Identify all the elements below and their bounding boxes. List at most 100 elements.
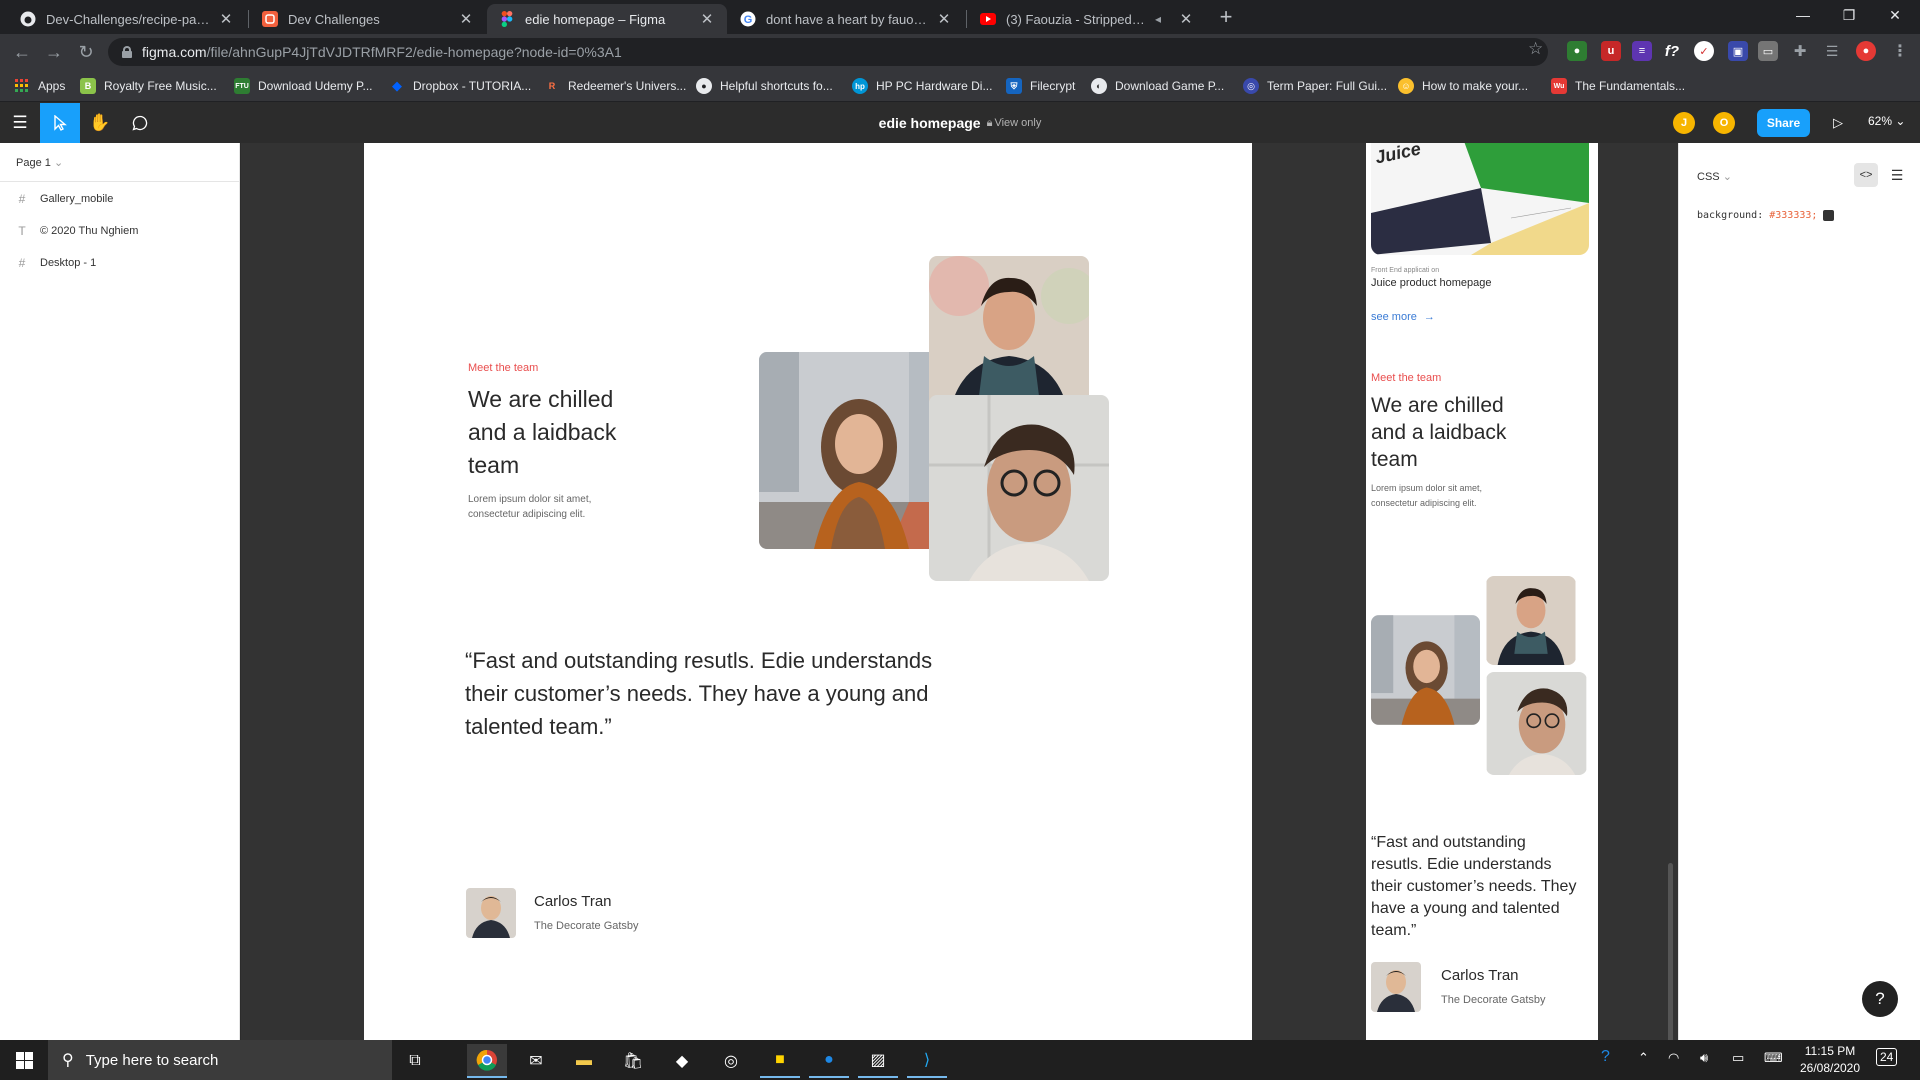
layer-item-desktop-1[interactable]: # Desktop - 1 bbox=[16, 253, 97, 273]
bookmark-royalty-free-music[interactable]: B Royalty Free Music... bbox=[80, 77, 217, 95]
menu-kebab-icon[interactable]: ⋮ bbox=[1890, 41, 1910, 61]
list-view-icon[interactable]: ☰ bbox=[1885, 163, 1909, 187]
photos-icon[interactable]: ▨ bbox=[858, 1044, 898, 1078]
tab-figma[interactable]: edie homepage – Figma ✕ bbox=[487, 4, 727, 34]
bookmark-helpful-shortcuts[interactable]: ● Helpful shortcuts fo... bbox=[696, 77, 833, 95]
team-body: Lorem ipsum dolor sit amet, consectetur … bbox=[468, 492, 591, 522]
keyboard-icon[interactable]: ⌨ bbox=[1764, 1050, 1783, 1066]
search-icon: ⚲ bbox=[62, 1052, 74, 1069]
bookmark-label: HP PC Hardware Di... bbox=[876, 79, 993, 93]
vscode-icon[interactable]: ⟩ bbox=[907, 1044, 947, 1078]
task-view-icon[interactable]: ⧉ bbox=[395, 1044, 435, 1078]
see-more-link[interactable]: see more → bbox=[1371, 311, 1435, 323]
sticky-notes-icon[interactable]: ■ bbox=[760, 1044, 800, 1078]
layer-item-copyright[interactable]: T © 2020 Thu Nghiem bbox=[16, 221, 138, 241]
chevron-down-icon: ⌄ bbox=[53, 157, 64, 169]
playlist-icon[interactable]: ☰ bbox=[1822, 41, 1842, 61]
windows-taskbar: ⚲ Type here to search ⧉ ✉ ▬ 🛍︎ ◆ ◎ ■ ● ▨… bbox=[0, 1040, 1920, 1080]
bookmark-hp[interactable]: hp HP PC Hardware Di... bbox=[852, 77, 992, 95]
minimize-button[interactable]: — bbox=[1780, 0, 1826, 30]
windows-start-icon[interactable] bbox=[0, 1040, 48, 1080]
taskbar-search-box[interactable]: ⚲ Type here to search bbox=[48, 1040, 392, 1080]
bookmark-dropbox[interactable]: ◆ Dropbox - TUTORIA... bbox=[389, 77, 531, 95]
avatar[interactable]: O bbox=[1713, 112, 1735, 134]
extension-ublock-icon[interactable]: u bbox=[1601, 41, 1621, 61]
desktop-frame[interactable]: Meet the team We are chilled and a laidb… bbox=[364, 143, 1252, 1040]
code-language-dropdown[interactable]: CSS ⌄ bbox=[1697, 170, 1732, 183]
bookmark-udemy[interactable]: FTU Download Udemy P... bbox=[234, 77, 373, 95]
new-tab-button[interactable]: + bbox=[1212, 4, 1240, 32]
quote-line: “Fast and outstanding resutls. Edie unde… bbox=[465, 648, 933, 673]
clock[interactable]: 11:15 PM 26/08/2020 bbox=[1795, 1043, 1865, 1077]
help-button[interactable]: ? bbox=[1862, 981, 1898, 1017]
testimonial-name: Carlos Tran bbox=[1441, 967, 1519, 984]
store-icon[interactable]: 🛍︎ bbox=[613, 1044, 653, 1078]
dropbox-taskbar-icon[interactable]: ◆ bbox=[662, 1044, 702, 1078]
extension-window-icon[interactable]: ▭ bbox=[1758, 41, 1778, 61]
tab-github[interactable]: Dev-Challenges/recipe-page-ma ✕ bbox=[8, 4, 246, 34]
bookmark-label: The Fundamentals... bbox=[1575, 79, 1686, 93]
bookmark-redeemers[interactable]: R Redeemer's Univers... bbox=[544, 77, 687, 95]
bookmark-term-paper[interactable]: ◎ Term Paper: Full Gui... bbox=[1243, 77, 1387, 95]
tab-devchallenges[interactable]: Dev Challenges ✕ bbox=[250, 4, 486, 34]
github-icon bbox=[20, 11, 36, 27]
speaker-icon[interactable]: ◂ bbox=[1150, 11, 1166, 27]
profile-avatar[interactable]: ● bbox=[1856, 41, 1876, 61]
extensions-puzzle-icon[interactable]: ✚ bbox=[1790, 41, 1810, 61]
notifications-icon[interactable]: 24 bbox=[1876, 1048, 1898, 1066]
bookmark-download-game[interactable]: ◐ Download Game P... bbox=[1091, 77, 1224, 95]
bookmark-label: Redeemer's Univers... bbox=[568, 79, 687, 93]
address-bar[interactable]: figma.com /file/ahnGupP4JjTdVJDTRfMRF2/e… bbox=[108, 38, 1548, 66]
file-explorer-icon[interactable]: ▬ bbox=[564, 1044, 604, 1078]
layer-name: © 2020 Thu Nghiem bbox=[40, 225, 139, 237]
close-icon[interactable]: ✕ bbox=[936, 10, 952, 28]
close-icon[interactable]: ✕ bbox=[699, 10, 715, 28]
firefox-icon[interactable]: ● bbox=[809, 1044, 849, 1078]
forward-icon[interactable]: → bbox=[42, 40, 66, 64]
tab-youtube[interactable]: (3) Faouzia - Stripped: Live In ◂ ✕ bbox=[968, 4, 1206, 34]
close-icon[interactable]: ✕ bbox=[218, 10, 234, 28]
page-selector[interactable]: Page 1 ⌄ bbox=[16, 156, 63, 169]
figma-canvas[interactable]: Meet the team We are chilled and a laidb… bbox=[241, 143, 1678, 1040]
css-code-line: background: #333333; bbox=[1697, 210, 1835, 221]
wifi-icon[interactable]: ◠ bbox=[1668, 1050, 1679, 1066]
redeemers-icon: R bbox=[548, 81, 556, 91]
close-icon[interactable]: ✕ bbox=[1178, 10, 1194, 28]
close-icon[interactable]: ✕ bbox=[458, 10, 474, 28]
quote-line: have a young and talented bbox=[1371, 900, 1560, 917]
tab-google[interactable]: G dont have a heart by fauozia mp ✕ bbox=[728, 4, 964, 34]
chevron-up-icon[interactable]: ⌃ bbox=[1638, 1050, 1649, 1066]
layer-item-gallery-mobile[interactable]: # Gallery_mobile bbox=[16, 189, 114, 209]
bookmark-how-to-make[interactable]: ☺ How to make your... bbox=[1398, 77, 1528, 95]
tab-strip: Dev-Challenges/recipe-page-ma ✕ Dev Chal… bbox=[0, 0, 1920, 34]
close-window-button[interactable]: ✕ bbox=[1872, 0, 1918, 30]
extension-fquery-icon[interactable]: f? bbox=[1662, 41, 1682, 61]
media-player-icon[interactable]: ◎ bbox=[711, 1044, 751, 1078]
zoom-dropdown[interactable]: 62% ⌄ bbox=[1868, 114, 1905, 128]
restore-button[interactable]: ❐ bbox=[1826, 0, 1872, 30]
extension-grammarly-icon[interactable]: ✓ bbox=[1694, 41, 1714, 61]
gallery-mobile-frame[interactable]: Juice Front End applicati on Juice produ… bbox=[1366, 143, 1598, 1040]
volume-icon[interactable]: 🔊︎ bbox=[1700, 1050, 1708, 1066]
mail-icon[interactable]: ✉ bbox=[516, 1044, 556, 1078]
help-tray-icon[interactable]: ? bbox=[1601, 1048, 1610, 1066]
battery-icon[interactable]: ▭ bbox=[1732, 1050, 1744, 1066]
reload-icon[interactable]: ↻ bbox=[74, 40, 98, 64]
chrome-icon[interactable] bbox=[467, 1044, 507, 1078]
bookmark-star-icon[interactable]: ☆ bbox=[1528, 39, 1543, 59]
extension-stack-icon[interactable]: ≡ bbox=[1632, 41, 1652, 61]
canvas-scrollbar[interactable] bbox=[1668, 863, 1673, 1040]
share-button[interactable]: Share bbox=[1757, 109, 1810, 137]
heading-line: and a laidback bbox=[468, 419, 617, 445]
extension-green-icon[interactable]: ● bbox=[1567, 41, 1587, 61]
avatar[interactable]: J bbox=[1673, 112, 1695, 134]
bookmark-filecrypt[interactable]: ⛨ Filecrypt bbox=[1006, 77, 1075, 95]
file-name[interactable]: edie homepage bbox=[879, 115, 981, 131]
code-view-icon[interactable]: <> bbox=[1854, 163, 1878, 187]
back-icon[interactable]: ← bbox=[10, 40, 34, 64]
present-play-icon[interactable]: ▷ bbox=[1826, 111, 1850, 135]
bookmark-fundamentals[interactable]: Wu The Fundamentals... bbox=[1551, 77, 1685, 95]
heading-line: We are chilled bbox=[1371, 394, 1504, 417]
bookmark-apps[interactable]: Apps bbox=[14, 77, 65, 95]
extension-screenshot-icon[interactable]: ▣ bbox=[1728, 41, 1748, 61]
